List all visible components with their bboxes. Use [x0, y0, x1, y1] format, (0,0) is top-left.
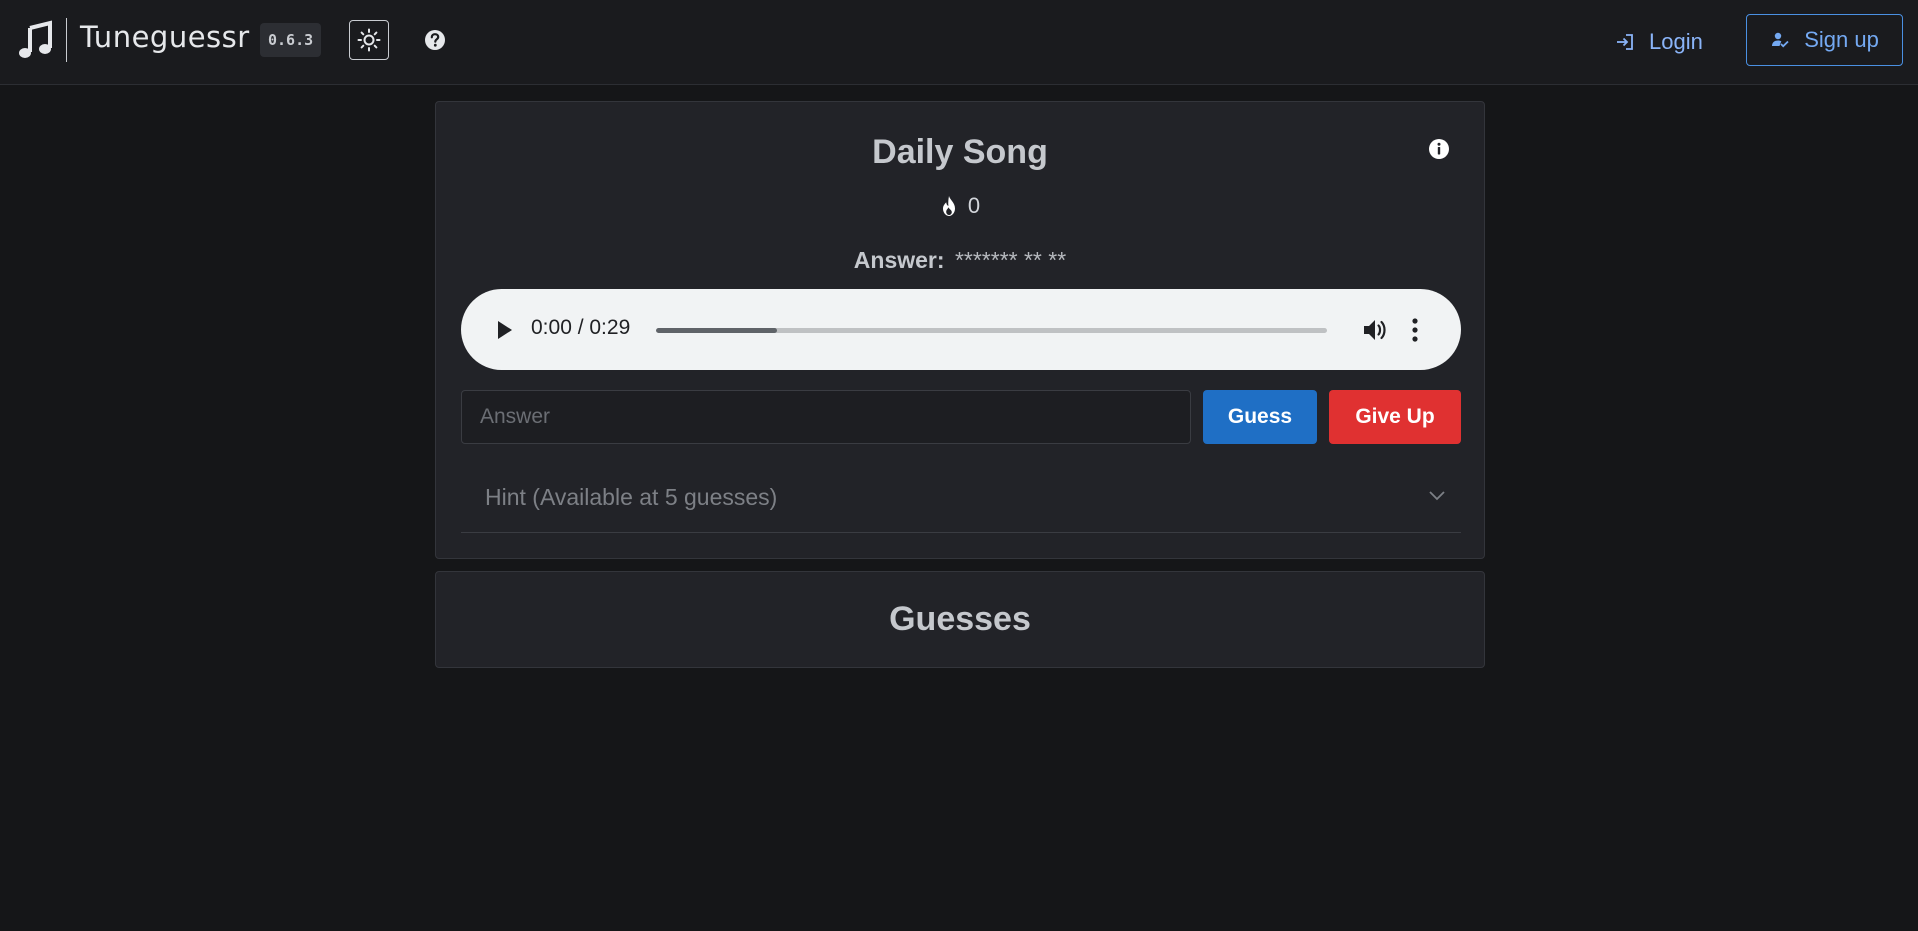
hint-label: Hint (Available at 5 guesses) [485, 484, 778, 510]
flame-icon [942, 196, 955, 216]
login-label: Login [1649, 29, 1703, 54]
volume-icon[interactable] [1361, 316, 1389, 344]
sun-icon [357, 28, 381, 52]
guess-button[interactable]: Guess [1203, 390, 1317, 444]
login-icon [1617, 34, 1633, 50]
guesses-card: Guesses [435, 571, 1485, 668]
streak-count: 0 [967, 193, 981, 218]
user-check-icon [1772, 32, 1789, 48]
answer-label: Answer: [853, 247, 945, 273]
info-circle-icon[interactable] [1428, 138, 1450, 160]
answer-mask: ******* ** ** [954, 247, 1067, 273]
app-title[interactable]: Tuneguessr [80, 20, 250, 54]
audio-time: 0:00 / 0:29 [531, 316, 631, 339]
signup-label: Sign up [1804, 27, 1879, 52]
streak-counter: 0 [436, 193, 1484, 219]
daily-song-title: Daily Song [872, 133, 1048, 171]
music-note-icon [19, 20, 52, 58]
more-vertical-icon[interactable] [1411, 317, 1419, 343]
daily-song-card: Daily Song 0 Answer: ******* ** ** 0:00 … [435, 101, 1485, 559]
answer-reveal: Answer: ******* ** ** [436, 247, 1484, 274]
signup-button[interactable]: Sign up [1746, 14, 1903, 66]
audio-player[interactable]: 0:00 / 0:29 [461, 289, 1461, 370]
guesses-title: Guesses [889, 600, 1031, 638]
hint-accordion[interactable]: Hint (Available at 5 guesses) [461, 462, 1461, 533]
audio-progress-fill [656, 328, 777, 333]
play-icon[interactable] [493, 318, 515, 342]
theme-toggle-button[interactable] [349, 20, 389, 60]
audio-progress-bar[interactable] [656, 328, 1327, 333]
login-link[interactable]: Login [1615, 27, 1703, 57]
give-up-button[interactable]: Give Up [1329, 390, 1461, 444]
question-circle-icon[interactable] [424, 29, 446, 51]
answer-input[interactable] [461, 390, 1191, 444]
logo-divider [66, 18, 67, 62]
top-nav: Tuneguessr 0.6.3 Login Sign up [0, 0, 1918, 85]
chevron-down-icon [1429, 491, 1445, 501]
version-badge: 0.6.3 [260, 23, 322, 57]
